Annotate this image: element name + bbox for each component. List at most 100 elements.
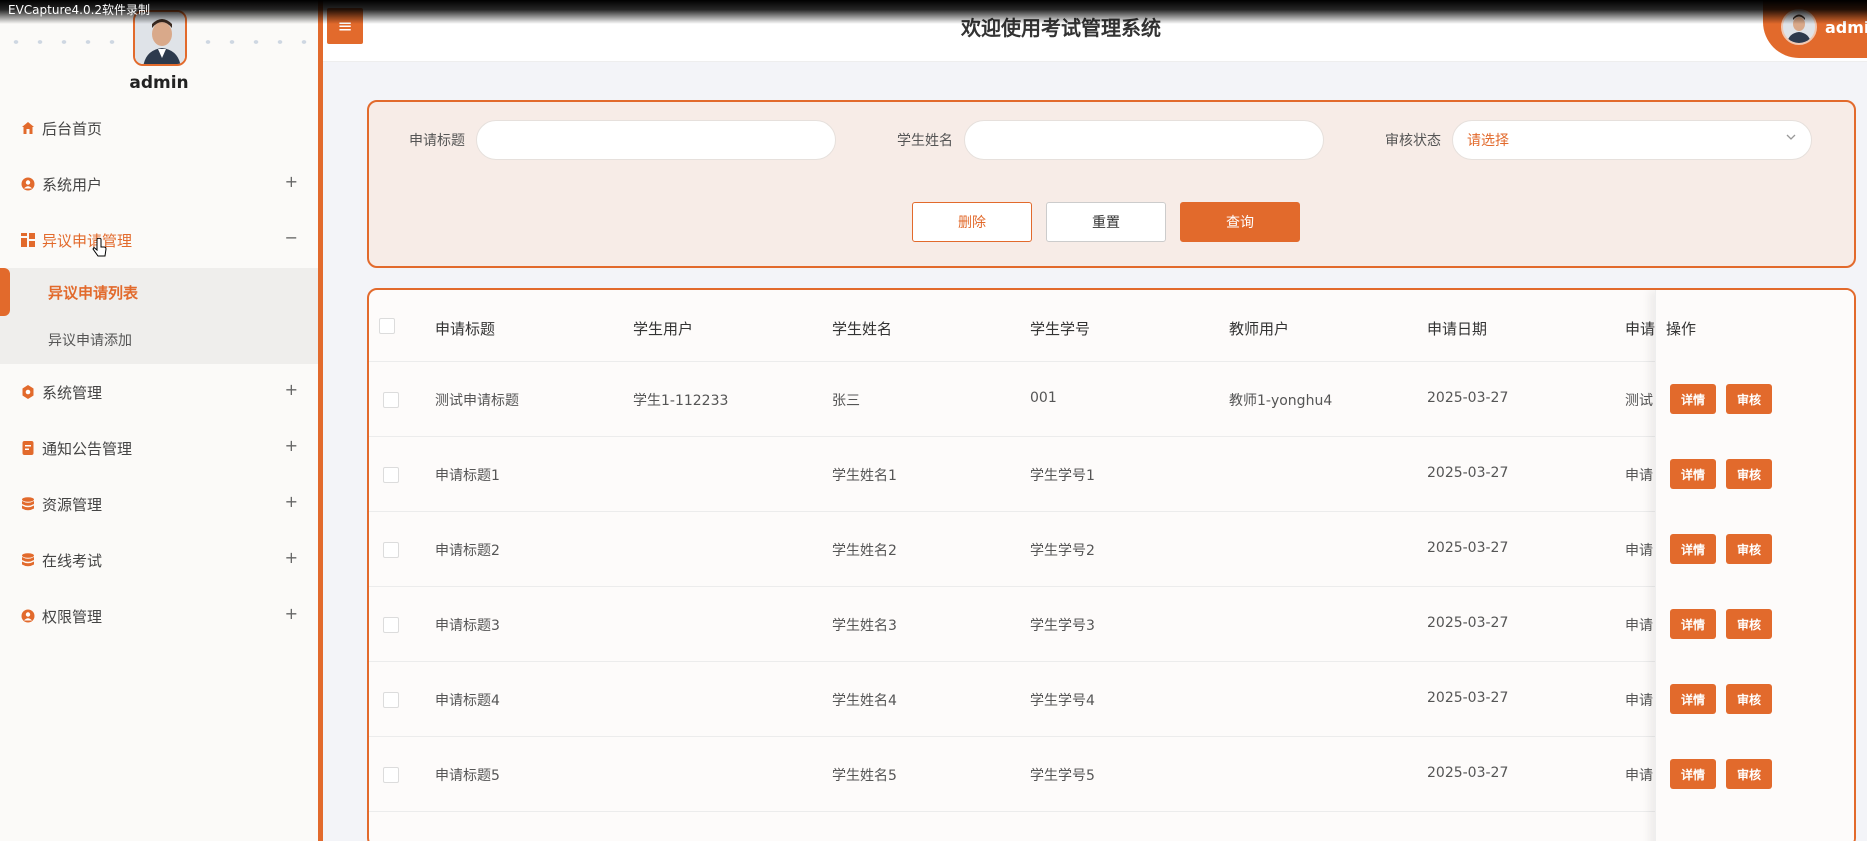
delete-button[interactable]: 删除 bbox=[912, 202, 1032, 242]
admin-name: admin bbox=[129, 73, 189, 93]
table-cell: 学生姓名3 bbox=[832, 618, 897, 634]
table-cell: 2025-03-27 bbox=[1427, 540, 1509, 556]
status-select[interactable]: 请选择 bbox=[1452, 120, 1812, 160]
table-cell: 学生学号5 bbox=[1030, 768, 1095, 784]
review-button[interactable]: 审核 bbox=[1726, 684, 1772, 714]
detail-button[interactable]: 详情 bbox=[1670, 684, 1716, 714]
sidebar-item-objection-management[interactable]: 异议申请管理 − bbox=[0, 212, 318, 268]
table-cell: 学生姓名5 bbox=[832, 768, 897, 784]
exam-icon bbox=[20, 552, 36, 568]
detail-button[interactable]: 详情 bbox=[1670, 459, 1716, 489]
table-row: 申请标题3 学生姓名3 学生学号3 2025-03-27 申请 bbox=[369, 587, 1854, 662]
status-placeholder: 请选择 bbox=[1467, 133, 1509, 149]
table-cell: 学生姓名4 bbox=[832, 693, 897, 709]
sidebar-item-label: 权限管理 bbox=[42, 607, 103, 626]
reset-button[interactable]: 重置 bbox=[1046, 202, 1166, 242]
status-label: 审核状态 bbox=[1385, 133, 1441, 149]
table-cell: 2025-03-27 bbox=[1427, 615, 1509, 631]
table-cell: 学生学号4 bbox=[1030, 693, 1095, 709]
select-all-checkbox[interactable] bbox=[379, 318, 395, 334]
sidebar-item-label: 系统用户 bbox=[42, 175, 103, 194]
mouse-cursor-icon bbox=[92, 237, 108, 262]
table-cell: 申请标题3 bbox=[435, 618, 500, 634]
student-name-input[interactable] bbox=[964, 120, 1324, 160]
submenu-item-label: 异议申请添加 bbox=[48, 333, 132, 349]
table-cell: 张三 bbox=[832, 393, 860, 409]
grid-icon bbox=[20, 232, 36, 248]
expand-icon[interactable]: + bbox=[285, 492, 298, 511]
sidebar-item-resource-management[interactable]: 资源管理 + bbox=[0, 476, 318, 532]
sidebar-item-label: 在线考试 bbox=[42, 551, 103, 570]
row-checkbox[interactable] bbox=[383, 767, 399, 783]
table-cell: 教师1-yonghu4 bbox=[1229, 393, 1333, 409]
row-checkbox[interactable] bbox=[383, 617, 399, 633]
review-button[interactable]: 审核 bbox=[1726, 384, 1772, 414]
submenu-item-objection-add[interactable]: 异议申请添加 bbox=[0, 316, 318, 364]
table-cell: 2025-03-27 bbox=[1427, 465, 1509, 481]
table-row: 申请标题4 学生姓名4 学生学号4 2025-03-27 申请 bbox=[369, 662, 1854, 737]
sidebar-item-label: 通知公告管理 bbox=[42, 439, 133, 458]
avatar[interactable] bbox=[133, 10, 187, 66]
expand-icon[interactable]: + bbox=[285, 604, 298, 623]
detail-button[interactable]: 详情 bbox=[1670, 609, 1716, 639]
table-cell: 申请 bbox=[1625, 468, 1653, 484]
student-name-label: 学生姓名 bbox=[897, 133, 953, 149]
sidebar-item-system-users[interactable]: 系统用户 + bbox=[0, 156, 318, 212]
expand-icon[interactable]: + bbox=[285, 436, 298, 455]
expand-icon[interactable]: + bbox=[285, 172, 298, 191]
table-cell: 测试 bbox=[1625, 393, 1653, 409]
sidebar-item-notice-management[interactable]: 通知公告管理 + bbox=[0, 420, 318, 476]
table-cell: 001 bbox=[1030, 390, 1057, 406]
query-button[interactable]: 查询 bbox=[1180, 202, 1300, 242]
review-button[interactable]: 审核 bbox=[1726, 759, 1772, 789]
table-cell: 学生姓名1 bbox=[832, 468, 897, 484]
submenu-item-objection-list[interactable]: 异议申请列表 bbox=[0, 268, 318, 316]
column-header: 申请 bbox=[1625, 320, 1655, 338]
table-cell: 申请 bbox=[1625, 543, 1653, 559]
recorder-label: EVCapture4.0.2软件录制 bbox=[8, 3, 151, 17]
column-header: 学生学号 bbox=[1030, 320, 1091, 338]
column-header-operations: 操作 bbox=[1666, 320, 1697, 338]
table-cell: 学生1-112233 bbox=[633, 393, 729, 409]
table-header: 申请标题 学生用户 学生姓名 学生学号 教师用户 申请日期 申请 bbox=[369, 290, 1854, 362]
table-cell: 学生学号2 bbox=[1030, 543, 1095, 559]
sidebar-item-label: 资源管理 bbox=[42, 495, 103, 514]
detail-button[interactable]: 详情 bbox=[1670, 384, 1716, 414]
column-header: 学生姓名 bbox=[832, 320, 893, 338]
table-cell: 测试申请标题 bbox=[435, 393, 519, 409]
expand-icon[interactable]: + bbox=[285, 548, 298, 567]
collapse-icon[interactable]: − bbox=[285, 228, 298, 247]
sidebar-item-system-management[interactable]: 系统管理 + bbox=[0, 364, 318, 420]
data-table: 申请标题 学生用户 学生姓名 学生学号 教师用户 申请日期 申请 测试申请标题学… bbox=[367, 288, 1856, 841]
table-cell: 申请标题1 bbox=[435, 468, 500, 484]
row-checkbox[interactable] bbox=[383, 392, 399, 408]
top-header: ≡ 欢迎使用考试管理系统 admin bbox=[323, 0, 1867, 62]
table-cell: 申请 bbox=[1625, 693, 1653, 709]
operations-column: 操作 详情 审核 详情 审核 详情 审核 详情 审核 详情 审核 详情 审核 bbox=[1655, 290, 1854, 841]
table-cell: 申请标题5 bbox=[435, 768, 500, 784]
user-menu[interactable]: admin bbox=[1763, 0, 1867, 58]
expand-icon[interactable]: + bbox=[285, 380, 298, 399]
row-checkbox[interactable] bbox=[383, 467, 399, 483]
review-button[interactable]: 审核 bbox=[1726, 534, 1772, 564]
table-row: 申请标题5 学生姓名5 学生学号5 2025-03-27 申请 bbox=[369, 737, 1854, 812]
detail-button[interactable]: 详情 bbox=[1670, 534, 1716, 564]
notice-icon bbox=[20, 440, 36, 456]
permission-icon bbox=[20, 608, 36, 624]
detail-button[interactable]: 详情 bbox=[1670, 759, 1716, 789]
home-icon bbox=[20, 120, 36, 136]
review-button[interactable]: 审核 bbox=[1726, 609, 1772, 639]
title-input[interactable] bbox=[476, 120, 836, 160]
row-checkbox[interactable] bbox=[383, 542, 399, 558]
sidebar-item-permission-management[interactable]: 权限管理 + bbox=[0, 588, 318, 644]
row-checkbox[interactable] bbox=[383, 692, 399, 708]
avatar bbox=[1781, 9, 1817, 45]
column-header: 申请日期 bbox=[1427, 320, 1488, 338]
submenu-item-label: 异议申请列表 bbox=[48, 283, 139, 302]
table-row: 申请标题1 学生姓名1 学生学号1 2025-03-27 申请 bbox=[369, 437, 1854, 512]
table-cell: 学生学号3 bbox=[1030, 618, 1095, 634]
sidebar-item-online-exam[interactable]: 在线考试 + bbox=[0, 532, 318, 588]
review-button[interactable]: 审核 bbox=[1726, 459, 1772, 489]
user-icon bbox=[20, 176, 36, 192]
sidebar-item-home[interactable]: 后台首页 bbox=[0, 100, 318, 156]
